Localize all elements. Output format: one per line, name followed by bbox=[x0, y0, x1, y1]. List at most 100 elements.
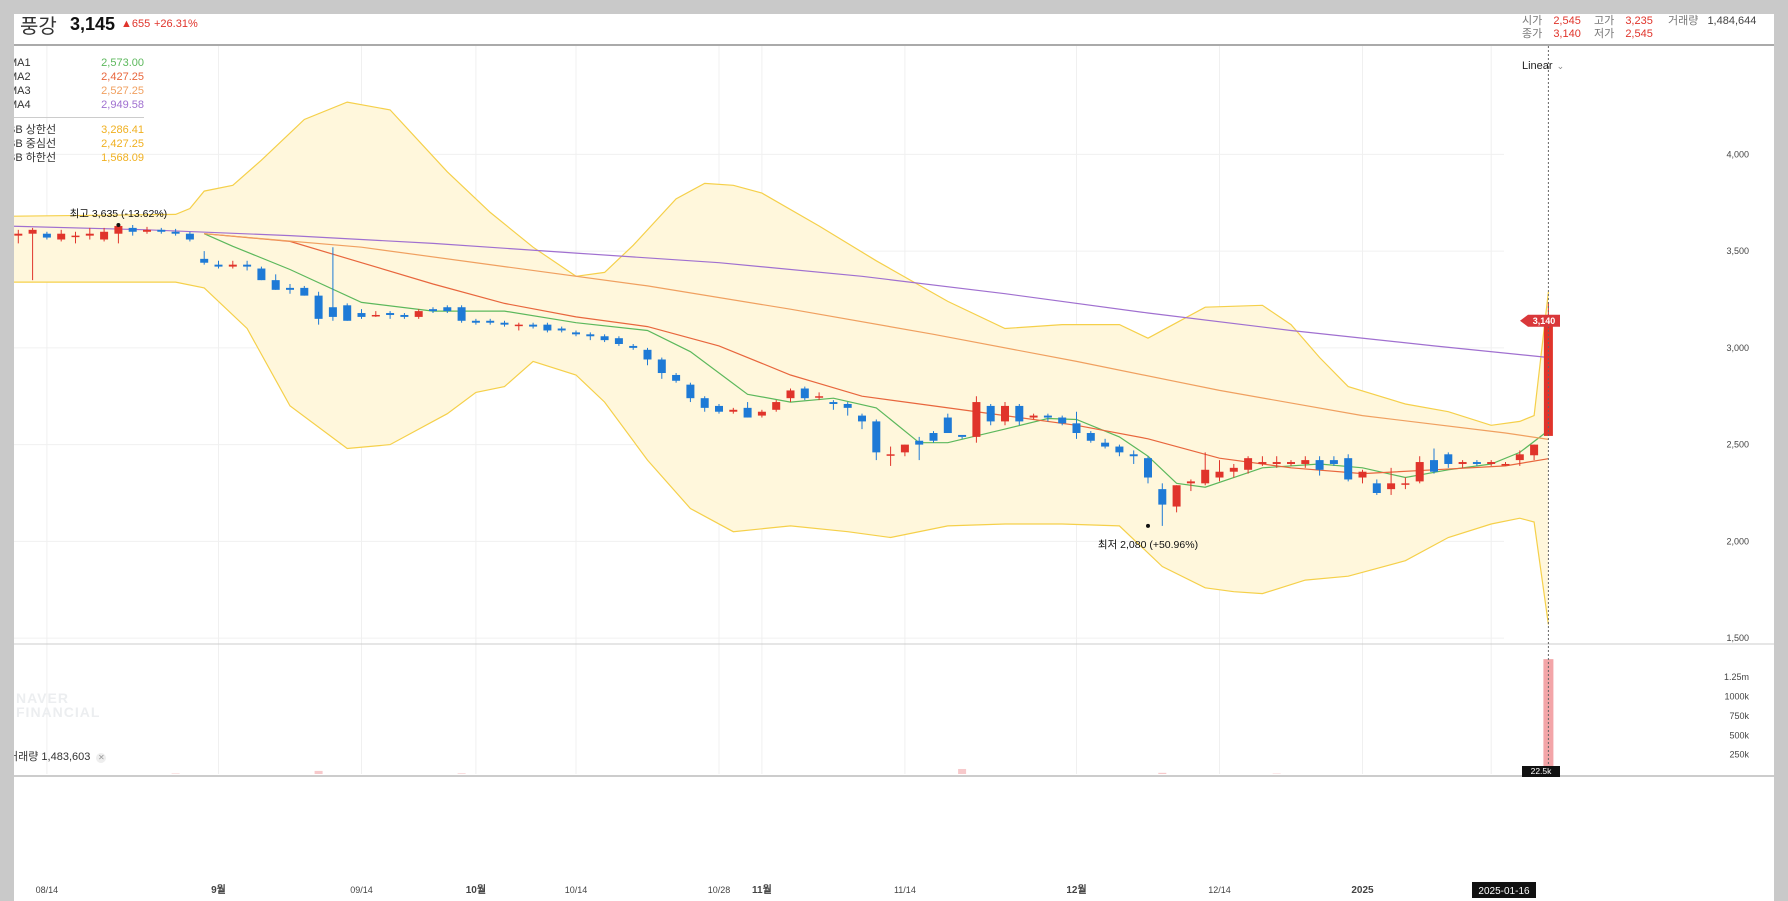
candle-body bbox=[1215, 471, 1224, 478]
candle-body bbox=[1415, 462, 1424, 482]
x-tick-label: 09/14 bbox=[350, 885, 373, 895]
candle-body bbox=[42, 233, 51, 238]
candle-body bbox=[1387, 483, 1396, 490]
candle-body bbox=[1258, 462, 1267, 464]
candle-body bbox=[786, 390, 795, 399]
price-chart[interactable]: 4,000 3,500 3,000 2,500 2,000 1,500 08/14 9월 09/… bbox=[14, 14, 1774, 901]
price-change-pct: +26.31% bbox=[154, 18, 198, 30]
candle-body bbox=[1501, 463, 1510, 466]
legend-ma3[interactable]: MA3 2,527.25 bbox=[14, 84, 144, 98]
candle-body bbox=[471, 320, 480, 323]
legend-ma1[interactable]: MA1 2,573.00 bbox=[14, 56, 144, 70]
legend-value: 2,527.25 bbox=[101, 85, 144, 97]
y-tick-label: 3,500 bbox=[1726, 246, 1749, 256]
legend-divider bbox=[14, 117, 144, 118]
candle-body bbox=[343, 305, 352, 321]
candle-body bbox=[815, 396, 824, 398]
candle-body bbox=[1043, 415, 1052, 418]
legend-key: MA3 bbox=[14, 85, 31, 97]
candle-body bbox=[257, 268, 266, 281]
volume-panel-title: 거래량 1,483,603 bbox=[14, 751, 91, 763]
candle-body bbox=[1444, 454, 1453, 464]
volume-bar bbox=[1158, 772, 1167, 774]
candle bbox=[800, 386, 809, 401]
candle-body bbox=[314, 295, 323, 319]
volume-tick-label: 500k bbox=[1729, 730, 1749, 740]
x-tick-label: 10/28 bbox=[708, 885, 731, 895]
volume-bars bbox=[171, 659, 1554, 774]
high-marker bbox=[116, 222, 121, 227]
candle-body bbox=[100, 231, 109, 240]
candle-body bbox=[858, 415, 866, 422]
legend-key: MA2 bbox=[14, 71, 31, 83]
candle-body bbox=[1487, 462, 1496, 464]
legend-bb-upper[interactable]: BB 상한선 3,286.41 bbox=[14, 123, 144, 137]
last-price-badge-text: 3,140 bbox=[1533, 316, 1556, 326]
close-icon[interactable]: ✕ bbox=[96, 753, 107, 763]
x-tick-label: 11월 bbox=[752, 884, 772, 896]
candle-body bbox=[1029, 415, 1038, 418]
candle-body bbox=[1172, 485, 1181, 507]
candle-body bbox=[514, 324, 523, 327]
candle-body bbox=[1144, 458, 1152, 478]
legend-value: 1,568.09 bbox=[101, 152, 144, 164]
candle-body bbox=[1372, 483, 1381, 493]
close-value: 3,140 bbox=[1553, 28, 1581, 40]
watermark-line: NAVER bbox=[16, 690, 69, 706]
candle-body bbox=[457, 307, 466, 321]
volume-value: 1,484,644 bbox=[1707, 15, 1757, 27]
candle-body bbox=[1001, 405, 1009, 422]
legend-bb-middle[interactable]: BB 중심선 2,427.25 bbox=[14, 137, 144, 151]
scale-mode-button[interactable]: Linear ⌄ bbox=[1522, 60, 1564, 72]
candle-body bbox=[629, 345, 638, 348]
legend-value: 3,286.41 bbox=[101, 124, 144, 136]
close-label: 종가 bbox=[1522, 28, 1543, 40]
candle-body bbox=[214, 264, 223, 267]
candle-body bbox=[429, 309, 437, 312]
x-tick-label: 10월 bbox=[466, 884, 486, 896]
bollinger-bands bbox=[14, 101, 1549, 625]
volume-bar bbox=[958, 768, 967, 774]
candle-body bbox=[85, 233, 94, 236]
candle-body bbox=[371, 314, 380, 317]
candle-body bbox=[843, 403, 852, 408]
candle-body bbox=[572, 332, 580, 335]
bollinger-fill bbox=[14, 102, 1549, 625]
candle-body bbox=[614, 338, 623, 344]
candle-body bbox=[1401, 483, 1410, 485]
x-tick-label: 10/14 bbox=[565, 885, 588, 895]
candle-body bbox=[872, 421, 881, 453]
candle-body bbox=[743, 407, 752, 418]
candle-body bbox=[328, 307, 337, 317]
candle-body bbox=[414, 311, 423, 317]
volume-label: 거래량 bbox=[1668, 15, 1699, 27]
candle-body bbox=[386, 313, 395, 315]
candle-body bbox=[1315, 460, 1324, 470]
volume-tick-label: 1000k bbox=[1724, 692, 1749, 702]
legend-key: BB 상한선 bbox=[14, 124, 57, 136]
candle-body bbox=[28, 229, 37, 234]
candle bbox=[1344, 454, 1353, 482]
x-tick-label: 11/14 bbox=[894, 885, 916, 895]
legend-bb-lower[interactable]: BB 하한선 1,568.09 bbox=[14, 151, 144, 165]
candle-body bbox=[157, 229, 166, 232]
candle-body bbox=[643, 349, 652, 360]
candle-body bbox=[1301, 460, 1310, 464]
candle-body bbox=[729, 409, 738, 412]
candle-body bbox=[486, 320, 495, 323]
chart-frame: 4,000 3,500 3,000 2,500 2,000 1,500 08/14 9월 09/… bbox=[14, 14, 1774, 901]
candle-body bbox=[1158, 489, 1167, 505]
legend-key: BB 중심선 bbox=[14, 138, 57, 150]
watermark: NAVER FINANCIAL bbox=[16, 691, 100, 719]
legend-ma4[interactable]: MA4 2,949.58 bbox=[14, 98, 144, 112]
candle-body bbox=[1186, 481, 1195, 484]
volume-bar bbox=[314, 770, 323, 774]
candle-body bbox=[657, 359, 666, 374]
candle-body bbox=[71, 235, 80, 238]
volume-panel-label: 거래량 1,483,603 ✕ bbox=[14, 748, 107, 764]
candle-body bbox=[443, 307, 452, 312]
legend-ma2[interactable]: MA2 2,427.25 bbox=[14, 70, 144, 84]
low-marker bbox=[1146, 523, 1150, 528]
volume-tick-label: 250k bbox=[1729, 750, 1749, 760]
candle-body bbox=[772, 402, 781, 410]
